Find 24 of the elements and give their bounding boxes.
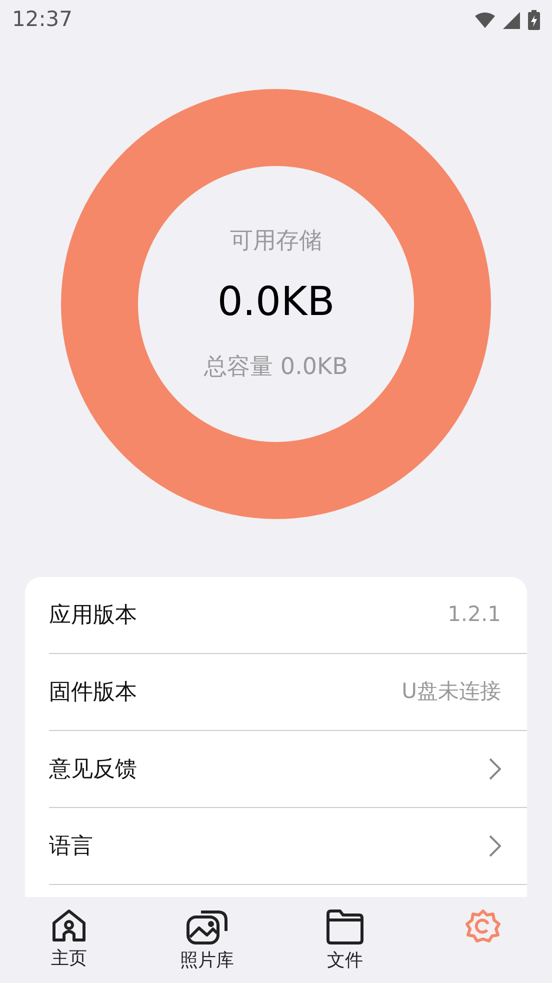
setting-label: 意见反馈 xyxy=(49,756,137,784)
setting-label: 固件版本 xyxy=(49,678,137,706)
signal-icon xyxy=(503,12,520,28)
nav-tab[interactable]: 照片库 xyxy=(138,897,276,983)
nav-tab[interactable]: 文件 xyxy=(276,897,414,983)
setting-value: U盘未连接 xyxy=(402,678,501,706)
setting-label: 语言 xyxy=(49,832,93,860)
total-capacity: 总容量 0.0KB xyxy=(204,353,348,382)
home-icon xyxy=(51,909,87,943)
settings-row[interactable]: 语言 xyxy=(49,808,527,885)
settings-icon xyxy=(464,909,502,945)
setting-label: 应用版本 xyxy=(49,602,137,630)
settings-row[interactable]: 意见反馈 xyxy=(49,731,527,808)
photos-icon xyxy=(186,909,228,945)
available-storage: 0.0KB xyxy=(217,278,335,327)
wifi-icon xyxy=(475,12,495,28)
battery-icon xyxy=(528,10,540,30)
chevron-right-icon xyxy=(489,835,501,857)
setting-value: 1.2.1 xyxy=(448,601,501,628)
chevron-right-icon xyxy=(489,758,501,780)
status-time: 12:37 xyxy=(12,6,73,34)
storage-label: 可用存储 xyxy=(230,226,322,256)
nav-tab[interactable]: 主页 xyxy=(0,897,138,983)
folder-icon xyxy=(326,909,364,945)
